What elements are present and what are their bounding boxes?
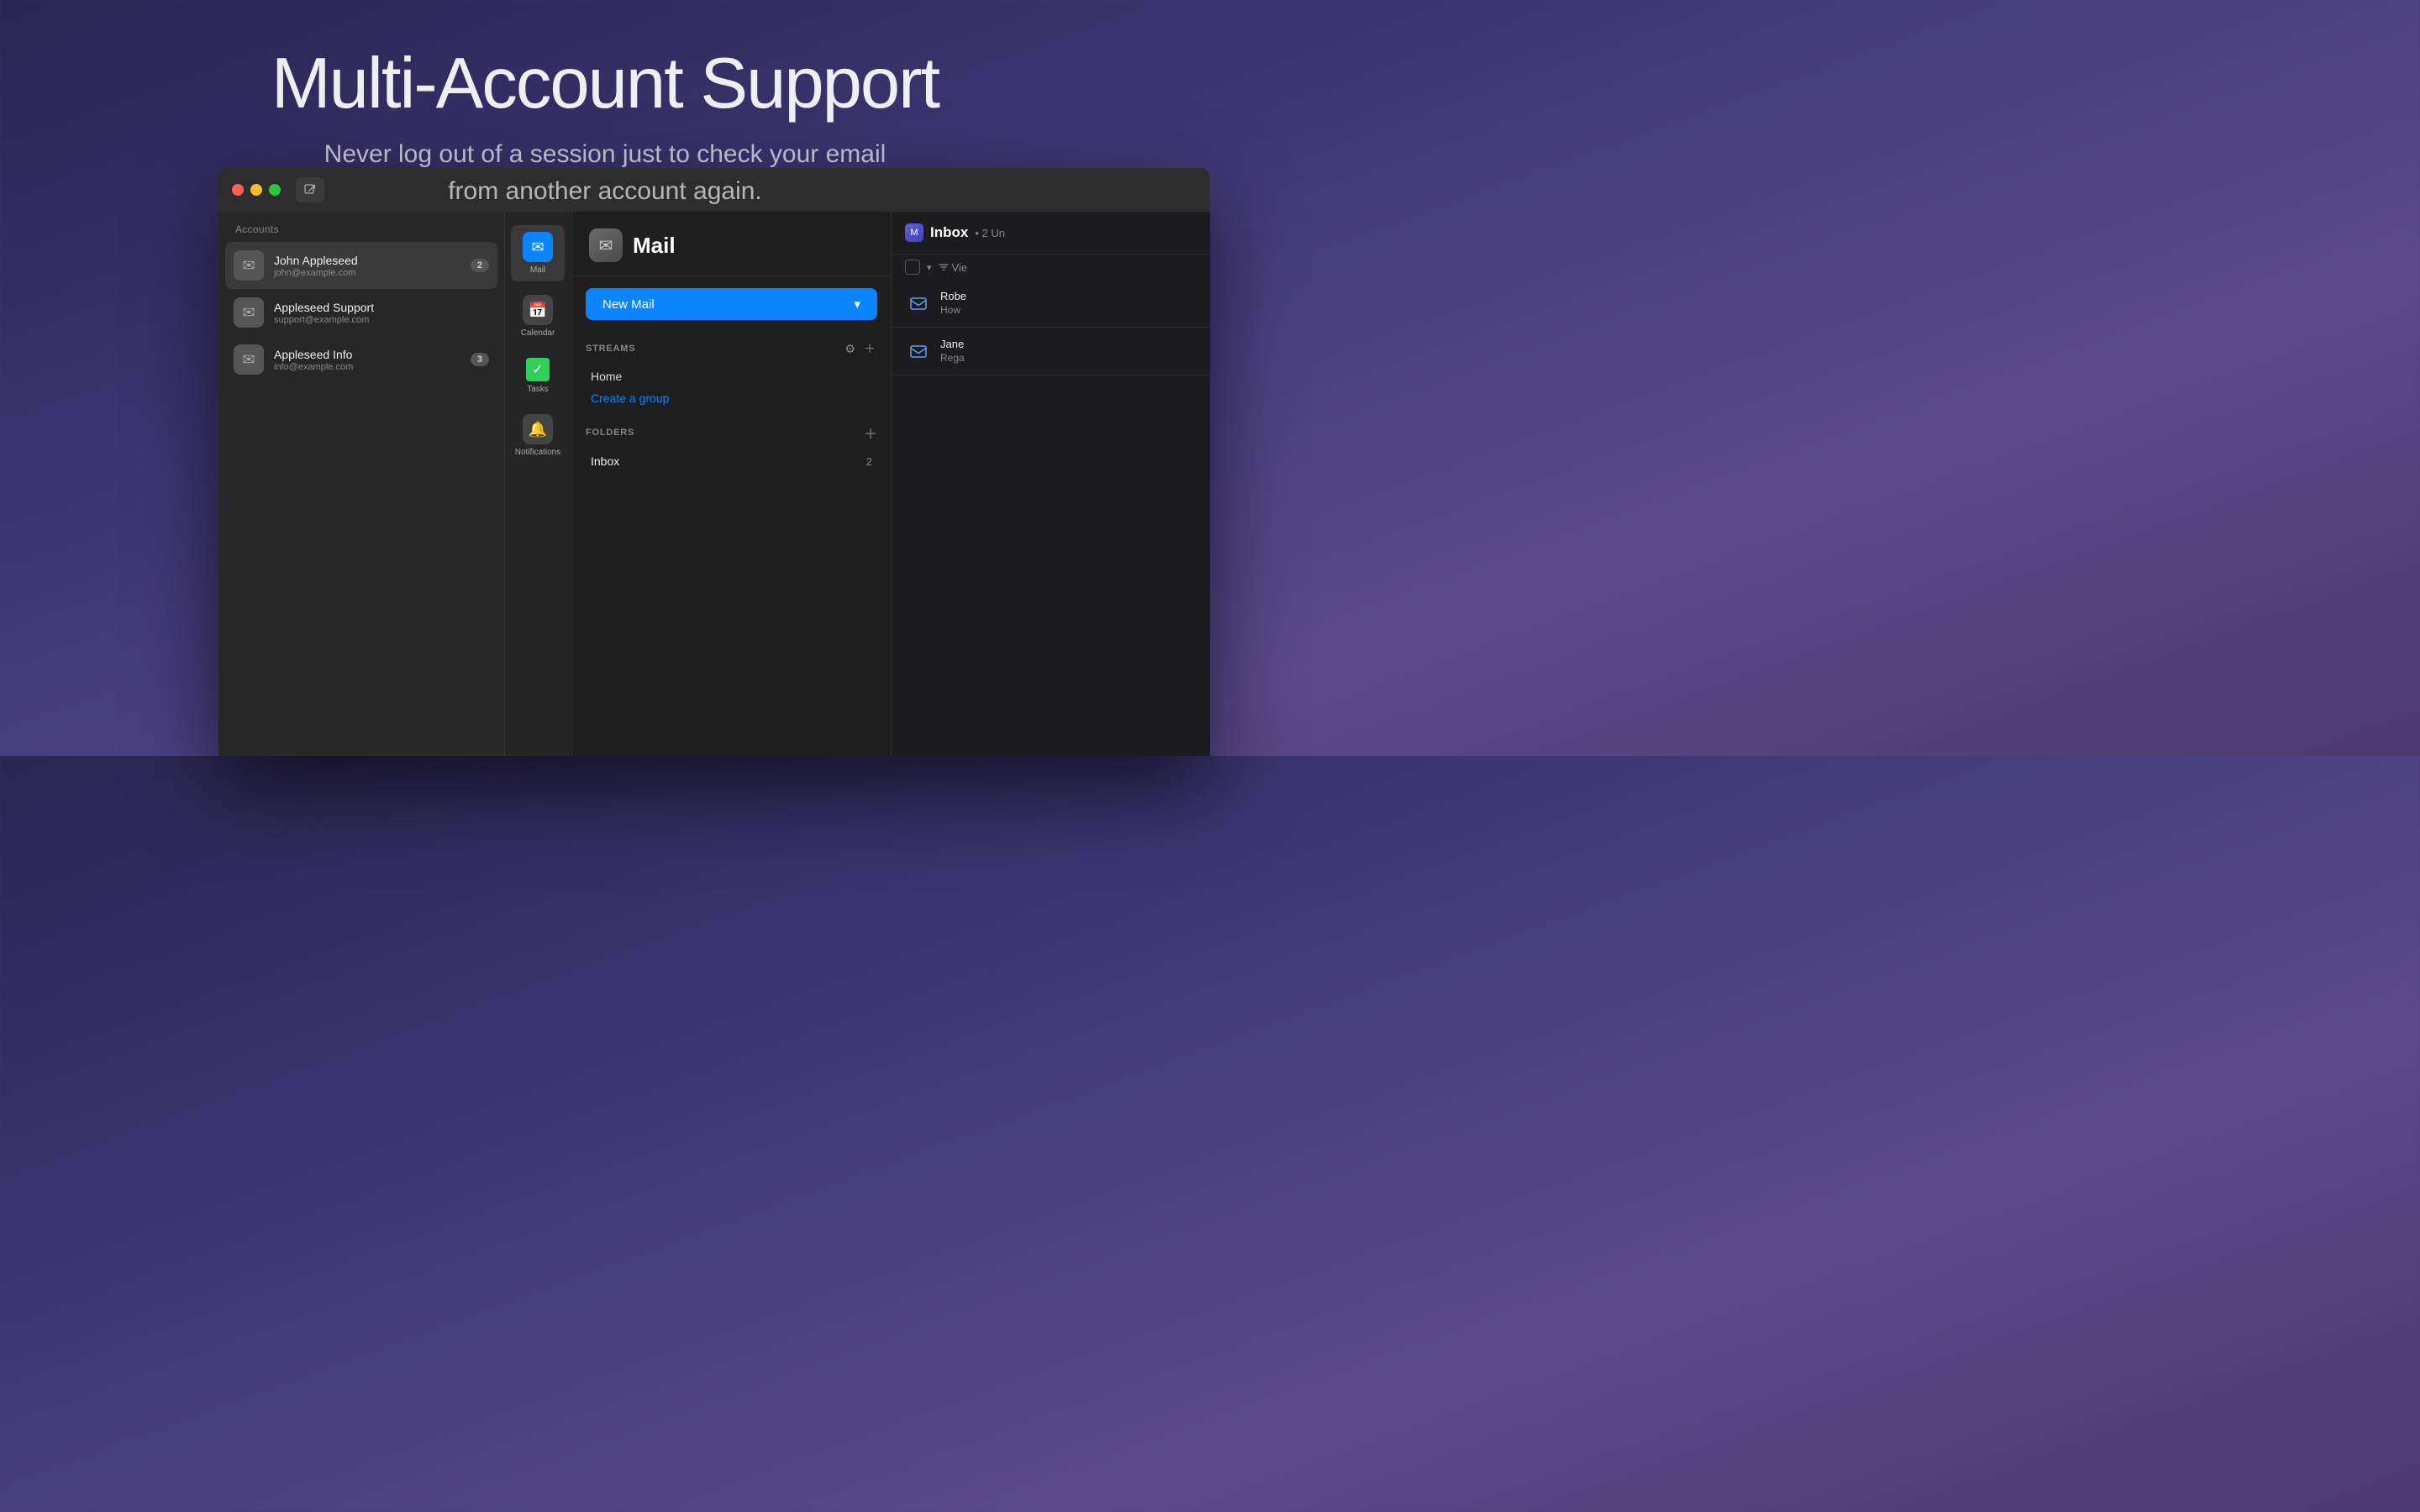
message-list-header: M Inbox • 2 Un xyxy=(892,212,1210,255)
message-sender-1: Jane xyxy=(940,338,1197,350)
accounts-section-label: Accounts xyxy=(218,212,504,242)
streams-section: STREAMS ⚙ ＋ Home Create a group xyxy=(572,332,891,412)
message-preview-0: How xyxy=(940,304,1197,316)
accounts-sidebar: Accounts ✉ John Appleseed john@example.c… xyxy=(218,212,504,756)
window-body: Accounts ✉ John Appleseed john@example.c… xyxy=(218,212,1210,756)
account-item-support[interactable]: ✉ Appleseed Support support@example.com xyxy=(218,289,504,336)
streams-add-button[interactable]: ＋ xyxy=(862,339,877,359)
notif-nav-label: Notifications xyxy=(515,448,560,457)
message-content-1: Jane Rega xyxy=(940,338,1197,364)
hero-section: Multi-Account Support Never log out of a… xyxy=(0,0,1210,209)
calendar-nav-icon: 📅 xyxy=(523,295,553,325)
nav-mail[interactable]: ✉ Mail xyxy=(511,225,565,281)
notif-nav-icon: 🔔 xyxy=(523,414,553,444)
account-badge-john: 2 xyxy=(471,259,489,272)
filter-label: Vie xyxy=(952,261,968,274)
account-info-info: Appleseed Info info@example.com xyxy=(274,348,460,372)
mail-nav-label: Mail xyxy=(530,265,545,275)
mail-app-icon: ✉ xyxy=(589,228,623,262)
folders-label: FOLDERS xyxy=(586,428,634,438)
message-avatar-1 xyxy=(905,338,932,365)
create-group-link[interactable]: Create a group xyxy=(586,387,877,409)
nav-tasks[interactable]: ✓ Tasks xyxy=(511,351,565,401)
message-avatar-0 xyxy=(905,290,932,317)
app-window: Accounts ✉ John Appleseed john@example.c… xyxy=(218,168,1210,756)
account-email-john: john@example.com xyxy=(274,268,460,278)
mail-panel-header: ✉ Mail xyxy=(572,212,891,276)
filter-button[interactable]: Vie xyxy=(939,261,968,274)
account-info-john: John Appleseed john@example.com xyxy=(274,254,460,278)
account-badge-info: 3 xyxy=(471,353,489,366)
message-content-0: Robe How xyxy=(940,290,1197,316)
calendar-nav-label: Calendar xyxy=(521,328,555,338)
account-avatar-john: ✉ xyxy=(234,250,264,281)
account-info-support: Appleseed Support support@example.com xyxy=(274,301,489,325)
account-name-john: John Appleseed xyxy=(274,254,460,267)
hero-subtitle: Never log out of a session just to check… xyxy=(311,136,899,209)
folders-section: FOLDERS ＋ Inbox 2 xyxy=(572,412,891,476)
account-avatar-info: ✉ xyxy=(234,344,264,375)
folders-header: FOLDERS ＋ xyxy=(586,423,877,443)
stream-item-home[interactable]: Home xyxy=(586,365,877,387)
tasks-nav-icon: ✓ xyxy=(526,358,550,381)
nav-icons-sidebar: ✉ Mail 📅 Calendar ✓ Tasks 🔔 Not xyxy=(504,212,571,756)
envelope-icon: ✉ xyxy=(242,257,255,275)
mail-panel-sidebar: ✉ Mail New Mail ▾ STREAMS ⚙ ＋ xyxy=(571,212,891,756)
account-item-info[interactable]: ✉ Appleseed Info info@example.com 3 xyxy=(218,336,504,383)
hero-title: Multi-Account Support xyxy=(0,46,1210,121)
message-list-panel: M Inbox • 2 Un ▾ Vie xyxy=(891,212,1210,756)
message-list-toolbar: ▾ Vie xyxy=(892,255,1210,280)
account-avatar-support: ✉ xyxy=(234,297,264,328)
nav-notifications[interactable]: 🔔 Notifications xyxy=(511,407,565,464)
account-name-support: Appleseed Support xyxy=(274,301,489,314)
nav-calendar[interactable]: 📅 Calendar xyxy=(511,288,565,344)
account-name-info: Appleseed Info xyxy=(274,348,460,361)
folder-count-inbox: 2 xyxy=(866,455,872,468)
inbox-title: Inbox xyxy=(930,224,968,241)
tasks-nav-label: Tasks xyxy=(527,385,549,394)
account-email-info: info@example.com xyxy=(274,362,460,372)
unread-count: • 2 Un xyxy=(975,227,1005,239)
folder-add-button[interactable]: ＋ xyxy=(864,423,877,443)
folder-name-inbox: Inbox xyxy=(591,454,619,468)
account-email-support: support@example.com xyxy=(274,315,489,325)
mail-panel-title: Mail xyxy=(633,233,676,259)
streams-label: STREAMS xyxy=(586,344,635,354)
envelope-icon-2: ✉ xyxy=(242,304,255,322)
message-item-0[interactable]: Robe How xyxy=(892,280,1210,328)
streams-actions: ⚙ ＋ xyxy=(843,339,877,359)
message-list-app-icon: M xyxy=(905,223,923,242)
streams-settings-button[interactable]: ⚙ xyxy=(843,339,857,359)
mail-nav-icon: ✉ xyxy=(523,232,553,262)
message-sender-0: Robe xyxy=(940,290,1197,302)
envelope-icon-3: ✉ xyxy=(242,351,255,369)
message-preview-1: Rega xyxy=(940,352,1197,364)
message-item-1[interactable]: Jane Rega xyxy=(892,328,1210,375)
folder-item-inbox[interactable]: Inbox 2 xyxy=(586,449,877,473)
streams-header: STREAMS ⚙ ＋ xyxy=(586,339,877,359)
new-mail-button[interactable]: New Mail ▾ xyxy=(586,288,877,320)
new-mail-row: New Mail ▾ xyxy=(572,276,891,332)
account-item-john[interactable]: ✉ John Appleseed john@example.com 2 xyxy=(225,242,497,289)
select-all-checkbox[interactable] xyxy=(905,260,920,275)
